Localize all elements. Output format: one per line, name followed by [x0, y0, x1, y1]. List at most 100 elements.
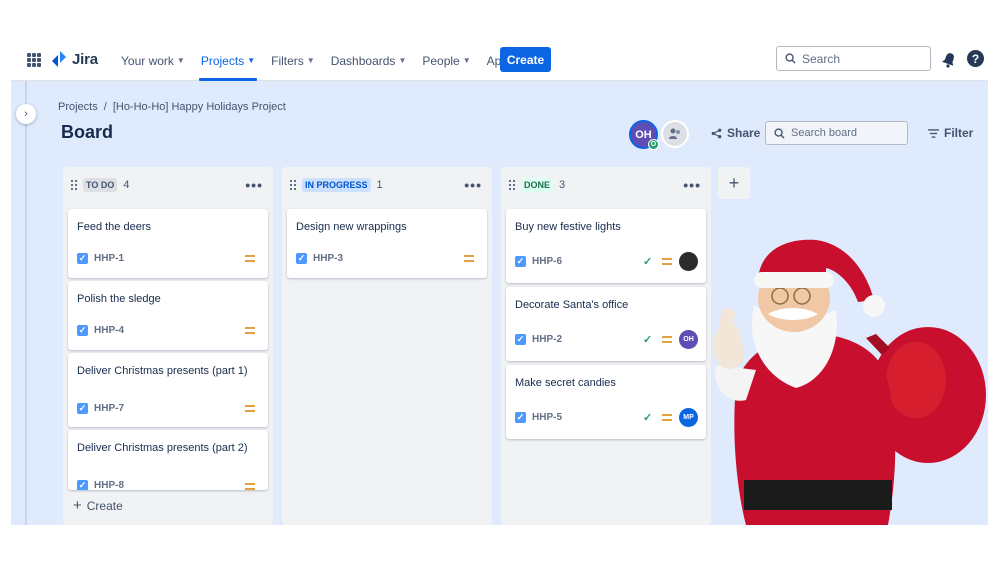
nav-people[interactable]: People ▼ [414, 40, 478, 81]
create-issue-button[interactable]: + Create [73, 497, 123, 514]
issue-key[interactable]: HHP-3 [313, 253, 343, 264]
card-title: Feed the deers [77, 221, 151, 233]
board-search-input[interactable]: Search board [765, 121, 908, 145]
issue-key[interactable]: HHP-5 [532, 412, 562, 423]
avatar-oh[interactable]: OH O [629, 120, 659, 150]
card-footer: ✓ HHP-8 [77, 480, 124, 490]
drag-handle-icon[interactable] [290, 180, 296, 190]
issue-card[interactable]: Design new wrappings ✓ HHP-3 [287, 209, 487, 278]
card-footer: ✓ HHP-5 [515, 412, 562, 423]
breadcrumb-project[interactable]: [Ho-Ho-Ho] Happy Holidays Project [113, 101, 286, 113]
nav-label: Dashboards [330, 53, 396, 68]
column-header[interactable]: DONE 3 ••• [501, 167, 711, 203]
task-icon: ✓ [515, 256, 526, 267]
avatar-initials: OH [635, 128, 652, 141]
card-title: Deliver Christmas presents (part 2) [77, 442, 248, 454]
task-icon: ✓ [77, 403, 88, 414]
create-button[interactable]: Create [500, 47, 551, 72]
create-label: Create [86, 498, 123, 513]
task-icon: ✓ [77, 325, 88, 336]
help-icon[interactable]: ? [967, 50, 984, 67]
card-footer: ✓ HHP-2 [515, 334, 562, 345]
card-footer: ✓ HHP-4 [77, 325, 124, 336]
user-icon [669, 128, 680, 139]
issue-card[interactable]: Polish the sledge ✓ HHP-4 [68, 281, 268, 350]
card-footer: ✓ HHP-3 [296, 253, 343, 264]
chevron-right-icon[interactable]: › [16, 104, 36, 124]
priority-medium-icon [464, 255, 474, 262]
task-icon: ✓ [515, 412, 526, 423]
more-icon[interactable]: ••• [683, 177, 701, 193]
page-title: Board [61, 122, 114, 142]
breadcrumb-projects[interactable]: Projects [58, 101, 98, 113]
done-check-icon: ✓ [643, 412, 653, 424]
filter-icon [928, 128, 939, 138]
share-button[interactable]: Share [711, 126, 760, 140]
plus-icon: + [73, 497, 82, 514]
santa-illustration [713, 239, 986, 525]
chevron-down-icon: ▼ [398, 56, 407, 65]
nav-projects[interactable]: Projects ▼ [193, 40, 263, 81]
nav-menu: Your work ▼ Projects ▼ Filters ▼ Dashboards… [113, 40, 533, 81]
done-check-icon: ✓ [643, 334, 653, 346]
column-title: TO DO [83, 178, 118, 192]
nav-label: Your work [121, 53, 174, 68]
column-in-progress: IN PROGRESS 1 ••• Design new wrappings ✓… [282, 167, 492, 525]
issue-card[interactable]: Deliver Christmas presents (part 1) ✓ HH… [68, 353, 268, 427]
priority-medium-icon [662, 258, 672, 265]
priority-medium-icon [662, 336, 672, 343]
issue-key[interactable]: HHP-4 [94, 325, 124, 336]
issue-key[interactable]: HHP-6 [532, 256, 562, 267]
search-icon [785, 53, 796, 64]
task-icon: ✓ [296, 253, 307, 264]
issue-key[interactable]: HHP-8 [94, 480, 124, 490]
nav-filters[interactable]: Filters ▼ [263, 40, 323, 81]
nav-your-work[interactable]: Your work ▼ [113, 40, 193, 81]
column-count: 4 [123, 179, 130, 191]
sidebar-collapsed [25, 81, 27, 525]
drag-handle-icon[interactable] [71, 180, 77, 190]
chevron-down-icon: ▼ [247, 56, 256, 65]
card-footer: ✓ HHP-6 [515, 256, 562, 267]
jira-logo[interactable]: Jira [51, 50, 98, 68]
global-search-input[interactable]: Search [776, 46, 931, 71]
issue-key[interactable]: HHP-2 [532, 334, 562, 345]
priority-medium-icon [245, 255, 255, 262]
column-header[interactable]: IN PROGRESS 1 ••• [282, 167, 492, 203]
task-icon: ✓ [77, 253, 88, 264]
issue-key[interactable]: HHP-1 [94, 253, 124, 264]
breadcrumb-separator: / [103, 101, 107, 113]
add-people-avatar[interactable] [661, 120, 689, 148]
plus-icon: + [728, 172, 740, 193]
more-icon[interactable]: ••• [464, 177, 482, 193]
breadcrumb: Projects / [Ho-Ho-Ho] Happy Holidays Pro… [58, 101, 286, 113]
card-title: Polish the sledge [77, 293, 161, 305]
grid-icon[interactable] [27, 53, 41, 67]
card-title: Buy new festive lights [515, 221, 621, 233]
done-check-icon: ✓ [643, 256, 653, 268]
card-title: Decorate Santa's office [515, 299, 629, 311]
more-icon[interactable]: ••• [245, 177, 263, 193]
priority-medium-icon [662, 414, 672, 421]
logo-text: Jira [72, 50, 98, 68]
drag-handle-icon[interactable] [509, 180, 515, 190]
filter-button[interactable]: Filter [928, 126, 973, 140]
card-footer: ✓ HHP-7 [77, 403, 124, 414]
bell-icon[interactable] [941, 52, 957, 68]
top-navigation: Jira Your work ▼ Projects ▼ Filters ▼ Dashb… [11, 40, 988, 81]
jira-logo-icon [52, 51, 66, 67]
nav-dashboards[interactable]: Dashboards ▼ [323, 40, 415, 81]
issue-card[interactable]: Deliver Christmas presents (part 2) ✓ HH… [68, 430, 268, 490]
search-placeholder: Search [802, 51, 841, 66]
nav-label: Projects [200, 53, 245, 68]
priority-medium-icon [245, 405, 255, 412]
card-title: Deliver Christmas presents (part 1) [77, 365, 248, 377]
column-header[interactable]: TO DO 4 ••• [63, 167, 273, 203]
column-count: 1 [376, 179, 383, 191]
issue-key[interactable]: HHP-7 [94, 403, 124, 414]
add-column-button[interactable]: + [718, 167, 750, 199]
board-search-placeholder: Search board [791, 127, 858, 139]
priority-medium-icon [245, 327, 255, 334]
issue-card[interactable]: Feed the deers ✓ HHP-1 [68, 209, 268, 278]
chevron-down-icon: ▼ [176, 56, 185, 65]
